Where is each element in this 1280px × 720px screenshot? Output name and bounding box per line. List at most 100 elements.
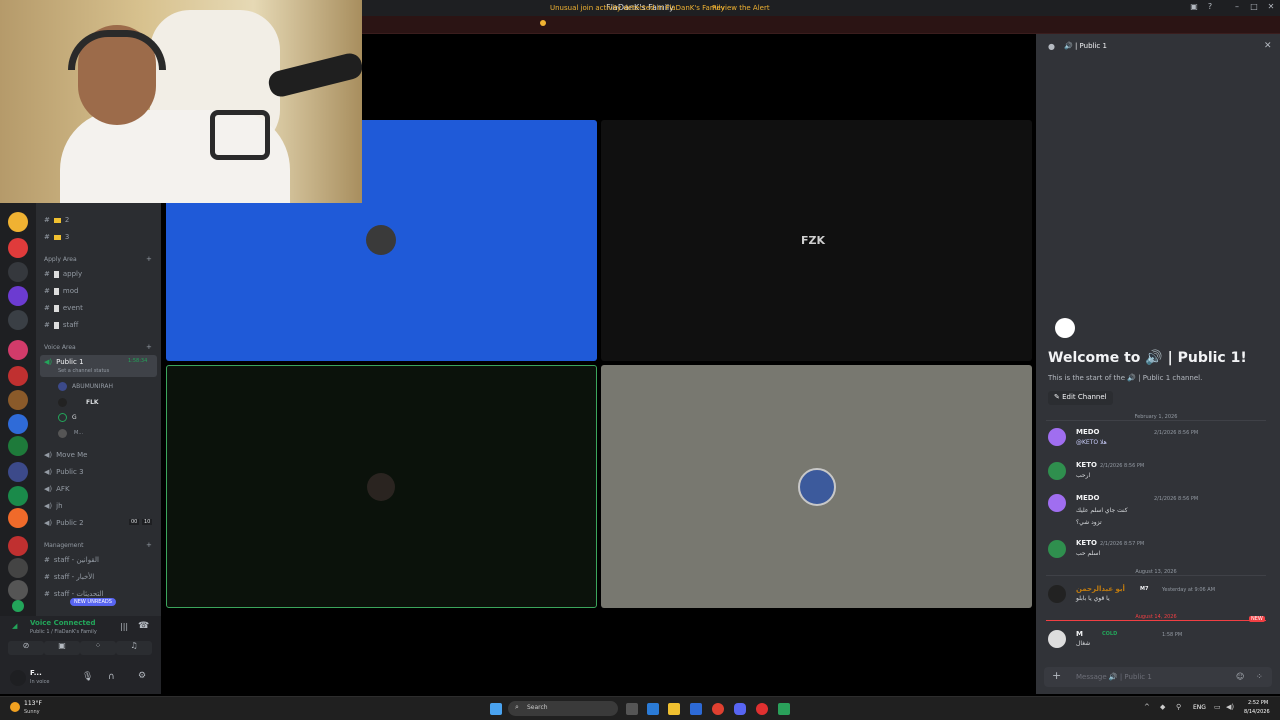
new-unreads-pill[interactable]: NEW UNREADS [70,598,116,606]
message-input-placeholder[interactable]: Message 🔊 | Public 1 [1076,673,1152,681]
microphone-icon[interactable]: 🎙 [82,672,93,682]
channel-item[interactable]: # staff - القوانين [44,553,99,567]
channel-item[interactable]: # apply [44,267,82,281]
task-view-icon[interactable] [626,703,638,715]
server-icon[interactable] [8,508,28,528]
chrome-icon[interactable] [712,703,724,715]
server-icon[interactable] [8,486,28,506]
server-icon[interactable] [8,286,28,306]
copilot-icon[interactable] [647,703,659,715]
message-author[interactable]: أبو عبدالرحمن [1076,585,1125,593]
voice-member[interactable]: M... [74,430,83,436]
soundboard-button[interactable]: ♫ [116,641,152,655]
discord-icon[interactable] [734,703,746,715]
activities-button[interactable]: ⁘ [80,641,116,655]
review-alert-link[interactable]: Review the Alert [712,4,770,12]
clock-time[interactable]: 2:52 PM [1248,700,1268,706]
tray-app-icon[interactable]: ◆ [1160,703,1165,711]
message-author[interactable]: M [1076,630,1083,638]
app-icon[interactable] [756,703,768,715]
server-icon[interactable] [8,414,28,434]
avatar[interactable] [1048,585,1066,603]
weather-icon[interactable] [10,702,20,712]
mic-tray-icon[interactable]: ⚲ [1176,703,1181,711]
edit-channel-button[interactable]: ✎ Edit Channel [1048,391,1113,405]
server-icon[interactable] [8,238,28,258]
avatar[interactable] [1048,630,1066,648]
voice-channel-item[interactable]: ◀) AFK [44,482,70,496]
server-icon[interactable] [8,340,28,360]
server-icon[interactable] [8,390,28,410]
apps-icon[interactable]: ⁘ [1256,672,1263,681]
add-channel-icon[interactable]: + [146,343,152,351]
avatar[interactable] [1048,494,1066,512]
file-explorer-icon[interactable] [668,703,680,715]
server-icon[interactable] [8,310,28,330]
voice-location[interactable]: Public 1 / FlaDanK's Family [30,629,97,635]
headphones-icon[interactable]: ∩ [108,672,115,682]
video-tile-3[interactable] [166,365,597,608]
message-author[interactable]: KETO [1076,539,1097,547]
server-icon[interactable] [8,212,28,232]
store-icon[interactable] [690,703,702,715]
server-icon[interactable] [8,366,28,386]
server-icon[interactable] [8,436,28,456]
category-header[interactable]: Apply Area [44,256,77,263]
voice-member[interactable]: ABUMUNIRAH [72,383,113,390]
avatar[interactable] [1048,462,1066,480]
voice-channel-active[interactable]: ◀) Public 1 [44,355,84,369]
add-server-icon[interactable] [12,600,24,612]
avatar[interactable] [1048,540,1066,558]
channel-status[interactable]: Set a channel status [58,368,109,374]
channel-item[interactable]: # mod [44,284,78,298]
server-icon[interactable] [8,536,28,556]
message-author[interactable]: KETO [1076,461,1097,469]
channel-item[interactable]: #2 [44,213,69,227]
disconnect-icon[interactable]: ☎ [138,621,149,631]
inbox-icon[interactable]: ▣ [1186,2,1202,14]
language-indicator[interactable]: ENG [1193,704,1206,711]
channel-item[interactable]: #3 [44,230,69,244]
screen-share-button[interactable]: ▣ [44,641,80,655]
server-icon[interactable] [8,262,28,282]
voice-channel-item[interactable]: ◀) Move Me [44,448,87,462]
help-icon[interactable]: ? [1202,2,1218,14]
voice-member[interactable]: G [72,414,77,421]
volume-icon[interactable]: ◀) [1226,703,1234,711]
message-author[interactable]: MEDO [1076,494,1100,502]
network-icon[interactable]: ▭ [1214,703,1221,711]
channel-item[interactable]: # event [44,301,83,315]
server-icon[interactable] [8,580,28,600]
voice-channel-item[interactable]: ◀) jh [44,499,63,513]
voice-channel-item[interactable]: ◀) Public 2 [44,516,84,530]
voice-channel-item[interactable]: ◀) Public 3 [44,465,84,479]
app-icon[interactable] [778,703,790,715]
avatar[interactable] [1048,428,1066,446]
video-tile-4[interactable] [601,365,1032,608]
video-tile-2[interactable]: FZK [601,120,1032,361]
tray-chevron-icon[interactable]: ^ [1144,703,1150,711]
message-author[interactable]: MEDO [1076,428,1100,436]
maximize-button[interactable]: □ [1246,2,1262,14]
close-chat-button[interactable]: ✕ [1264,41,1272,51]
settings-gear-icon[interactable]: ⚙ [138,671,146,681]
server-icon[interactable] [8,462,28,482]
category-header[interactable]: Voice Area [44,344,76,351]
voice-member[interactable]: FLK [86,399,99,406]
add-attachment-icon[interactable]: + [1052,669,1061,682]
minimize-button[interactable]: – [1229,2,1245,14]
channel-item[interactable]: # staff [44,318,78,332]
noise-suppression-icon[interactable]: ||| [120,622,128,631]
avatar[interactable] [10,670,26,686]
category-header[interactable]: Management [44,542,84,549]
camera-off-button[interactable]: ⊘ [8,641,44,655]
server-icon[interactable] [8,558,28,578]
add-channel-icon[interactable]: + [146,255,152,263]
windows-start-icon[interactable] [490,703,502,715]
close-window-button[interactable]: ✕ [1263,2,1279,14]
add-channel-icon[interactable]: + [146,541,152,549]
search-box[interactable] [508,701,618,716]
channel-item[interactable]: # staff - الأخبار [44,570,94,584]
emoji-icon[interactable]: ☺ [1236,672,1244,681]
clock-date[interactable]: 8/14/2026 [1244,709,1270,715]
